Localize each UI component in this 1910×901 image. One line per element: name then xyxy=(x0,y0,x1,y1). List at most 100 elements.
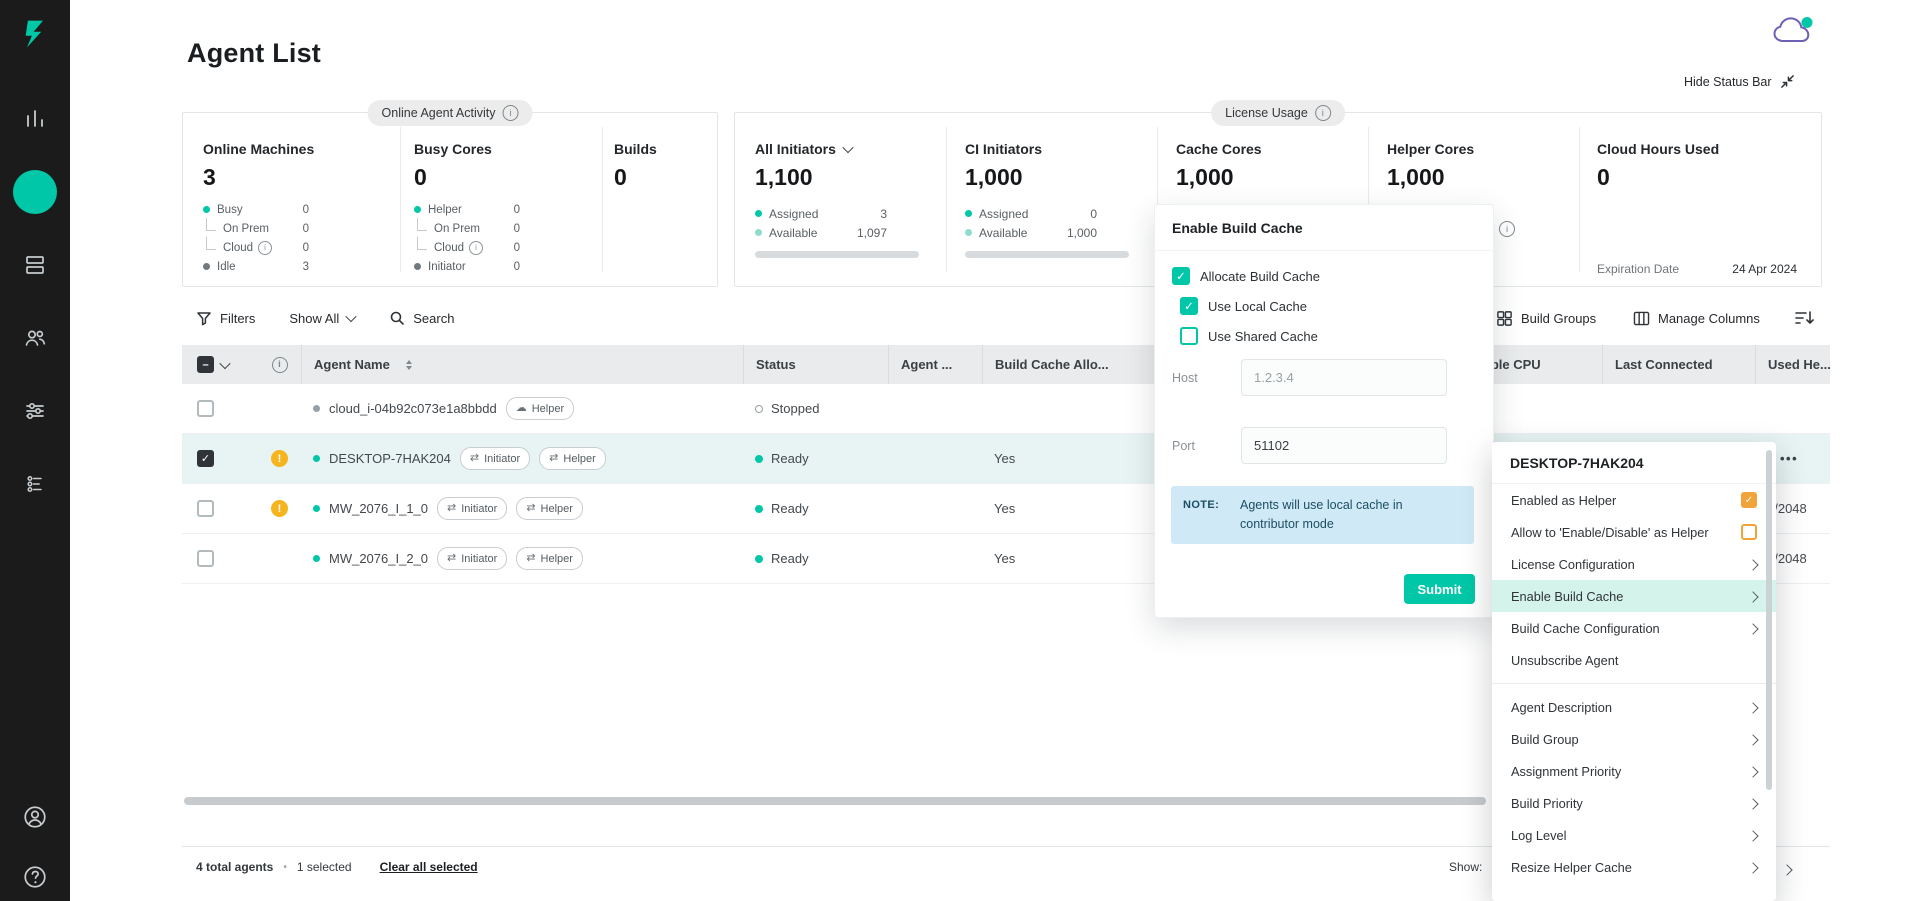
table-row[interactable]: cloud_i-04b92c073e1a8bbdd ☁Helper Stoppe… xyxy=(182,384,1830,434)
select-all-checkbox[interactable]: – xyxy=(197,356,214,373)
stat-label: Helper xyxy=(428,204,462,216)
license-usage-badge: License Usage i xyxy=(1211,100,1345,126)
allow-enable-disable-checkbox[interactable] xyxy=(1741,524,1757,540)
cloud-hours-card: Cloud Hours Used 0 xyxy=(1597,113,1797,191)
stat-row: On Prem0 xyxy=(414,219,520,238)
menu-item-enabled-as-helper[interactable]: Enabled as Helper ✓ xyxy=(1492,484,1776,516)
horizontal-scrollbar[interactable] xyxy=(184,797,1486,805)
build-groups-button[interactable]: Build Groups xyxy=(1496,301,1596,335)
sidebar-item-help[interactable] xyxy=(13,855,57,899)
pill-label: Helper xyxy=(541,503,573,515)
cloud-status-button[interactable] xyxy=(1772,14,1814,55)
sidebar-item-dashboard[interactable] xyxy=(13,97,57,141)
info-icon[interactable]: i xyxy=(258,241,272,255)
warning-icon[interactable]: ! xyxy=(271,450,288,467)
stat-row: Assigned0 xyxy=(965,204,1097,223)
menu-item-resize-helper-cache[interactable]: Resize Helper Cache xyxy=(1492,851,1776,883)
clear-all-selected-link[interactable]: Clear all selected xyxy=(380,860,478,874)
submit-button[interactable]: Submit xyxy=(1404,574,1475,604)
sidebar-item-agents[interactable] xyxy=(13,170,57,214)
use-local-cache-option[interactable]: ✓ Use Local Cache xyxy=(1180,291,1476,321)
pagination-next-button[interactable] xyxy=(1783,863,1791,877)
row-more-actions-button[interactable]: ••• xyxy=(1780,451,1798,466)
menu-item-label: License Configuration xyxy=(1511,557,1635,572)
use-shared-cache-option[interactable]: Use Shared Cache xyxy=(1180,321,1476,351)
allocate-build-cache-checkbox[interactable]: ✓ xyxy=(1172,267,1190,285)
dialog-title: Enable Build Cache xyxy=(1155,205,1493,251)
stat-label: On Prem xyxy=(434,223,480,235)
info-icon[interactable]: i xyxy=(272,357,288,373)
show-label: Show: xyxy=(1449,860,1482,874)
tree-connector xyxy=(417,218,427,231)
row-checkbox[interactable] xyxy=(197,500,214,517)
submenu-chevron xyxy=(1749,796,1757,811)
use-shared-cache-checkbox[interactable] xyxy=(1180,327,1198,345)
menu-item-build-cache-configuration[interactable]: Build Cache Configuration xyxy=(1492,612,1776,644)
build-cache-value: Yes xyxy=(994,501,1015,516)
incredibuild-logo[interactable] xyxy=(15,14,55,54)
menu-item-license-configuration[interactable]: License Configuration xyxy=(1492,548,1776,580)
online-machines-card: Online Machines 3 Busy0 On Prem0 Cloudi0… xyxy=(203,113,393,276)
stat-label: Cloud xyxy=(434,242,464,254)
menu-item-enable-build-cache[interactable]: Enable Build Cache xyxy=(1492,580,1776,612)
menu-item-log-level[interactable]: Log Level xyxy=(1492,819,1776,851)
initiator-dot xyxy=(414,263,421,270)
menu-item-build-group[interactable]: Build Group xyxy=(1492,723,1776,755)
stat-row: On Prem0 xyxy=(203,219,309,238)
menu-item-agent-description[interactable]: Agent Description xyxy=(1492,691,1776,723)
show-all-dropdown[interactable]: Show All xyxy=(289,311,355,326)
sidebar-item-processes[interactable] xyxy=(13,462,57,506)
header-status[interactable]: Status xyxy=(743,345,888,384)
filters-button[interactable]: Filters xyxy=(196,310,255,326)
stat-row: Available1,000 xyxy=(965,223,1097,242)
card-title: Builds xyxy=(614,141,704,157)
enabled-as-helper-checkbox[interactable]: ✓ xyxy=(1741,492,1757,508)
chevron-down-icon xyxy=(842,142,853,153)
use-local-cache-checkbox[interactable]: ✓ xyxy=(1180,297,1198,315)
info-icon[interactable]: i xyxy=(502,105,518,121)
header-last-connected[interactable]: Last Connected xyxy=(1602,345,1755,384)
stat-value: 3 xyxy=(303,261,309,273)
helper-cores-info-icon[interactable]: i xyxy=(1499,221,1515,237)
last-connected-header-label: Last Connected xyxy=(1615,357,1713,372)
sort-order-button[interactable] xyxy=(1795,301,1814,335)
expiration-value: 24 Apr 2024 xyxy=(1732,262,1797,276)
search-button[interactable]: Search xyxy=(389,310,454,326)
port-input[interactable]: 51102 xyxy=(1241,427,1447,464)
header-build-cache[interactable]: Build Cache Allo... xyxy=(982,345,1154,384)
select-dropdown-icon[interactable] xyxy=(219,357,230,368)
row-checkbox[interactable] xyxy=(197,400,214,417)
all-initiators-dropdown[interactable]: All Initiators xyxy=(755,141,940,157)
stat-value: 0 xyxy=(303,223,309,235)
header-used-helper[interactable]: Used He... xyxy=(1755,345,1830,384)
host-input[interactable]: 1.2.3.4 xyxy=(1241,359,1447,396)
header-agent-name[interactable]: Agent Name xyxy=(301,345,743,384)
tree-connector xyxy=(417,237,427,250)
card-title: Cache Cores xyxy=(1176,141,1361,157)
card-title: Online Machines xyxy=(203,141,393,157)
row-checkbox[interactable]: ✓ xyxy=(197,450,214,467)
chevron-right-icon xyxy=(1747,702,1758,713)
card-title: Busy Cores xyxy=(414,141,599,157)
menu-item-assignment-priority[interactable]: Assignment Priority xyxy=(1492,755,1776,787)
header-agent-truncated[interactable]: Agent ... xyxy=(888,345,982,384)
agent-context-menu: DESKTOP-7HAK204 Enabled as Helper ✓ Allo… xyxy=(1492,442,1776,901)
stat-label: Idle xyxy=(217,261,236,273)
menu-item-allow-enable-disable[interactable]: Allow to 'Enable/Disable' as Helper xyxy=(1492,516,1776,548)
manage-columns-button[interactable]: Manage Columns xyxy=(1633,301,1760,335)
filter-icon xyxy=(196,310,212,326)
info-icon[interactable]: i xyxy=(469,241,483,255)
sort-arrows-icon[interactable] xyxy=(406,360,412,370)
row-checkbox[interactable] xyxy=(197,550,214,567)
info-icon[interactable]: i xyxy=(1315,105,1331,121)
sidebar-item-settings[interactable] xyxy=(13,389,57,433)
warning-icon[interactable]: ! xyxy=(271,500,288,517)
sidebar-item-users[interactable] xyxy=(13,316,57,360)
menu-item-build-priority[interactable]: Build Priority xyxy=(1492,787,1776,819)
sidebar-item-account[interactable] xyxy=(13,795,57,839)
menu-item-unsubscribe-agent[interactable]: Unsubscribe Agent xyxy=(1492,644,1776,676)
allocate-build-cache-option[interactable]: ✓ Allocate Build Cache xyxy=(1172,261,1476,291)
hide-status-bar-button[interactable]: Hide Status Bar xyxy=(1684,74,1795,89)
sidebar-item-builds[interactable] xyxy=(13,243,57,287)
menu-scrollbar[interactable] xyxy=(1766,450,1772,790)
